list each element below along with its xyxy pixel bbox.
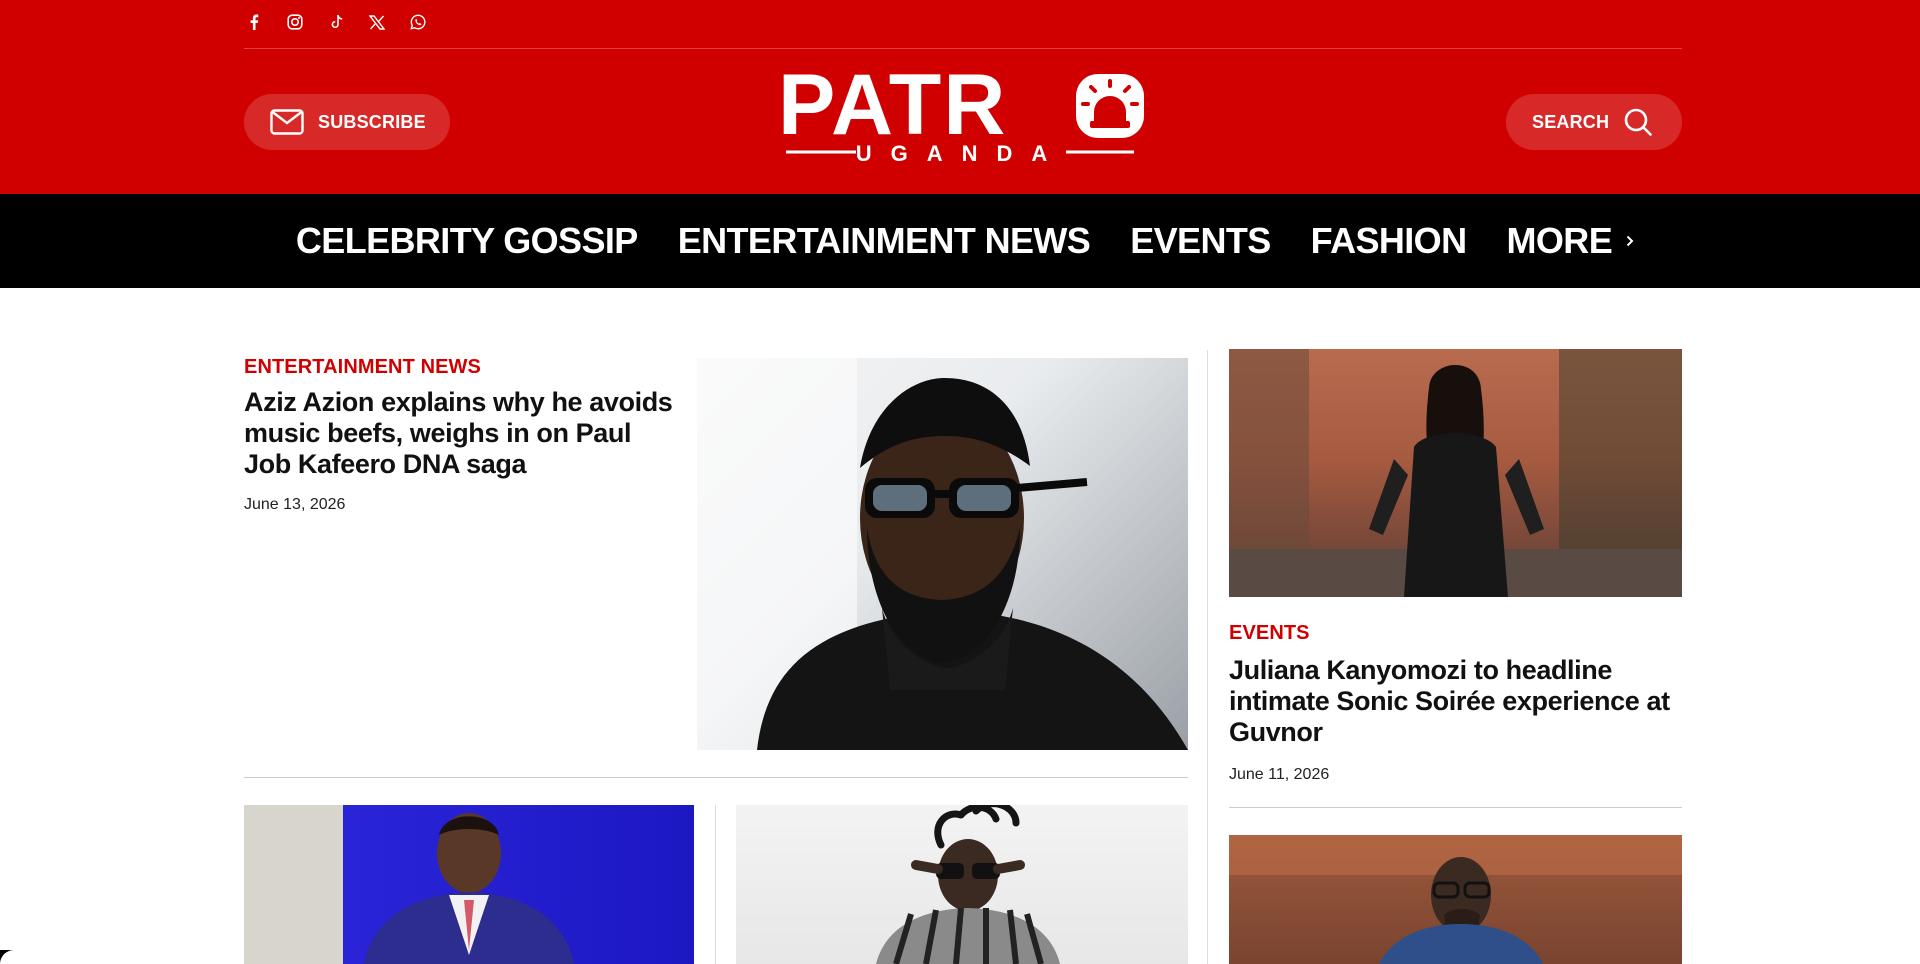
facebook-icon[interactable] bbox=[244, 10, 264, 34]
side-story-image[interactable] bbox=[1229, 349, 1682, 597]
side-divider bbox=[1229, 807, 1682, 808]
subscribe-button[interactable]: SUBSCRIBE bbox=[244, 94, 450, 150]
side-story: EVENTS Juliana Kanyomozi to headline int… bbox=[1229, 622, 1682, 784]
story-card-image[interactable] bbox=[1229, 835, 1682, 964]
card-divider bbox=[715, 805, 716, 964]
nav-item-entertainment-news[interactable]: ENTERTAINMENT NEWS bbox=[678, 220, 1091, 262]
tiktok-icon[interactable] bbox=[326, 10, 346, 34]
lead-story: ENTERTAINMENT NEWS Aziz Azion explains w… bbox=[244, 356, 674, 514]
x-icon[interactable] bbox=[367, 10, 387, 34]
story-card-image[interactable] bbox=[736, 805, 1188, 964]
site-logo[interactable]: PATR UGANDA bbox=[778, 57, 1148, 166]
subscribe-label: SUBSCRIBE bbox=[318, 111, 426, 132]
chevron-right-icon bbox=[1626, 235, 1634, 247]
column-divider bbox=[1207, 350, 1208, 964]
site-header: SUBSCRIBE PATR UGANDA SEARCH bbox=[0, 0, 1920, 194]
main-navigation: CELEBRITY GOSSIP ENTERTAINMENT NEWS EVEN… bbox=[0, 194, 1920, 288]
nav-item-fashion[interactable]: FASHION bbox=[1311, 220, 1467, 262]
side-date: June 11, 2026 bbox=[1229, 766, 1330, 783]
side-category[interactable]: EVENTS bbox=[1229, 622, 1682, 645]
mail-icon bbox=[270, 109, 304, 135]
nav-item-celebrity-gossip[interactable]: CELEBRITY GOSSIP bbox=[296, 220, 638, 262]
logo-subtitle: UGANDA bbox=[856, 141, 1067, 166]
instagram-icon[interactable] bbox=[285, 10, 305, 34]
lead-date: June 13, 2026 bbox=[244, 496, 346, 513]
whatsapp-icon[interactable] bbox=[408, 10, 428, 34]
lead-headline[interactable]: Aziz Azion explains why he avoids music … bbox=[244, 387, 674, 480]
lead-category[interactable]: ENTERTAINMENT NEWS bbox=[244, 356, 674, 379]
logo-wordmark: PATR bbox=[778, 66, 1007, 153]
nav-more-label: MORE bbox=[1506, 220, 1613, 261]
side-headline[interactable]: Juliana Kanyomozi to headline intimate S… bbox=[1229, 655, 1682, 748]
header-divider bbox=[244, 48, 1682, 49]
search-icon bbox=[1624, 108, 1653, 136]
section-divider bbox=[244, 777, 1188, 778]
story-card-image[interactable] bbox=[244, 805, 694, 964]
nav-item-events[interactable]: EVENTS bbox=[1130, 220, 1271, 262]
social-links bbox=[244, 10, 428, 34]
search-button[interactable]: SEARCH bbox=[1506, 94, 1682, 150]
lead-story-image[interactable] bbox=[697, 358, 1188, 750]
nav-item-more[interactable]: MORE bbox=[1507, 220, 1635, 262]
window-corner bbox=[0, 950, 28, 964]
search-label: SEARCH bbox=[1532, 111, 1610, 132]
